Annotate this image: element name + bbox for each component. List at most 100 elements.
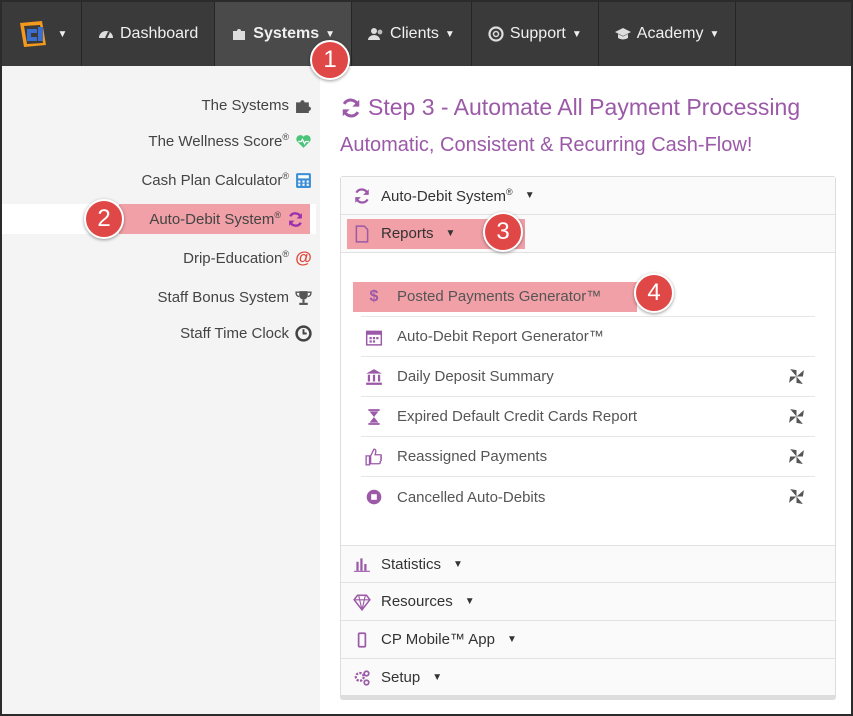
trophy-icon bbox=[295, 290, 312, 305]
chevron-down-icon: ▼ bbox=[444, 28, 455, 40]
brand-menu[interactable]: ▼ bbox=[2, 2, 82, 66]
section-label: Auto-Debit System® bbox=[381, 186, 513, 205]
caret-down-icon: ▼ bbox=[445, 228, 456, 239]
nav-clients[interactable]: Clients ▼ bbox=[352, 2, 472, 66]
section-label: Setup bbox=[381, 669, 421, 686]
sidebar-item-staff-time-clock[interactable]: Staff Time Clock bbox=[180, 318, 312, 348]
puzzle-icon bbox=[233, 29, 246, 40]
callout-badge-2: 2 bbox=[84, 199, 124, 239]
nav-support[interactable]: Support ▼ bbox=[472, 2, 599, 66]
hourglass-icon bbox=[368, 408, 380, 425]
report-item-cancelled-auto-debits[interactable]: Cancelled Auto-Debits bbox=[361, 477, 815, 517]
users-icon bbox=[368, 28, 383, 40]
annotation-highlight: Auto-Debit System® bbox=[119, 204, 310, 234]
pinwheel-icon[interactable] bbox=[788, 448, 805, 465]
bank-icon bbox=[366, 368, 382, 385]
graduation-cap-icon bbox=[614, 28, 631, 40]
chevron-down-icon: ▼ bbox=[709, 28, 720, 40]
page-title-text: Step 3 - Automate All Payment Processing bbox=[368, 94, 801, 120]
pinwheel-icon[interactable] bbox=[788, 408, 805, 425]
caret-down-icon: ▼ bbox=[464, 596, 475, 607]
section-setup[interactable]: Setup ▼ bbox=[341, 659, 835, 697]
report-item-daily-deposit[interactable]: Daily Deposit Summary bbox=[361, 357, 815, 397]
refresh-icon bbox=[342, 98, 360, 117]
report-item-auto-debit-report[interactable]: Auto-Debit Report Generator™ bbox=[361, 317, 815, 357]
diamond-icon bbox=[353, 594, 371, 611]
callout-badge-4: 4 bbox=[634, 273, 674, 313]
callout-badge-3: 3 bbox=[483, 212, 523, 252]
sidebar-item-label: Auto-Debit System® bbox=[149, 210, 281, 228]
report-item-label: Auto-Debit Report Generator™ bbox=[397, 328, 604, 345]
caret-down-icon: ▼ bbox=[506, 634, 517, 645]
stop-circle-icon bbox=[366, 489, 382, 505]
section-cp-mobile-app[interactable]: CP Mobile™ App ▼ bbox=[341, 621, 835, 659]
report-item-reassigned-payments[interactable]: Reassigned Payments bbox=[361, 437, 815, 477]
refresh-icon bbox=[355, 187, 369, 204]
chevron-down-icon: ▼ bbox=[325, 28, 336, 40]
lifebuoy-icon bbox=[488, 26, 504, 42]
sidebar-item-cash-plan-calculator[interactable]: Cash Plan Calculator® bbox=[141, 165, 312, 195]
dollar-icon: $ bbox=[369, 287, 379, 305]
main-content: Step 3 - Automate All Payment Processing… bbox=[320, 66, 851, 714]
thumbs-up-icon bbox=[365, 447, 382, 466]
pinwheel-icon[interactable] bbox=[788, 368, 805, 385]
panel-footer bbox=[341, 695, 835, 699]
report-item-label: Expired Default Credit Cards Report bbox=[397, 408, 638, 425]
gears-icon bbox=[354, 669, 370, 686]
app-window: ▼ Dashboard Systems ▼ Clients ▼ Support … bbox=[2, 2, 851, 714]
sidebar-item-label: Cash Plan Calculator® bbox=[141, 171, 289, 189]
heart-pulse-icon bbox=[296, 134, 311, 148]
page-title: Step 3 - Automate All Payment Processing bbox=[340, 94, 800, 121]
at-sign-icon: @ bbox=[295, 248, 312, 267]
pinwheel-icon[interactable] bbox=[788, 488, 805, 505]
section-label: Statistics bbox=[381, 555, 442, 573]
caret-down-icon: ▼ bbox=[453, 558, 463, 570]
sidebar-item-label: Staff Bonus System bbox=[157, 288, 289, 306]
report-item-label: Posted Payments Generator™ bbox=[397, 288, 602, 305]
nav-academy-label: Academy bbox=[636, 25, 704, 42]
nav-dashboard[interactable]: Dashboard bbox=[82, 2, 216, 66]
report-item-label: Reassigned Payments bbox=[397, 448, 548, 465]
top-navbar: ▼ Dashboard Systems ▼ Clients ▼ Support … bbox=[2, 2, 851, 66]
report-item-posted-payments[interactable]: $ Posted Payments Generator™ bbox=[353, 277, 815, 317]
sidebar-item-staff-bonus-system[interactable]: Staff Bonus System bbox=[158, 282, 312, 312]
caret-down-icon: ▼ bbox=[432, 672, 443, 683]
sidebar-item-auto-debit-system[interactable]: Auto-Debit System® bbox=[2, 204, 316, 234]
nav-systems-label: Systems bbox=[253, 25, 320, 42]
nav-clients-label: Clients bbox=[390, 25, 439, 42]
sidebar-item-label: The Systems bbox=[201, 96, 289, 114]
report-item-label: Daily Deposit Summary bbox=[397, 368, 554, 385]
section-auto-debit-system[interactable]: Auto-Debit System® ▼ bbox=[341, 177, 835, 215]
mobile-phone-icon bbox=[357, 631, 367, 648]
clock-icon bbox=[295, 324, 312, 342]
sidebar-item-label: Staff Time Clock bbox=[180, 324, 289, 342]
callout-badge-1: 1 bbox=[310, 40, 350, 80]
section-label: Reports bbox=[381, 225, 434, 242]
sidebar-item-the-systems[interactable]: The Systems bbox=[201, 90, 312, 120]
sidebar-item-drip-education[interactable]: Drip-Education® @ bbox=[183, 243, 312, 273]
nav-dashboard-label: Dashboard bbox=[120, 25, 199, 42]
section-label: CP Mobile™ App bbox=[381, 631, 495, 648]
calendar-icon bbox=[365, 330, 383, 346]
sidebar-item-label: The Wellness Score® bbox=[148, 132, 289, 150]
report-item-label: Cancelled Auto-Debits bbox=[397, 488, 546, 506]
section-label: Resources bbox=[381, 593, 453, 610]
report-item-expired-cards[interactable]: Expired Default Credit Cards Report bbox=[361, 397, 815, 437]
chevron-down-icon: ▼ bbox=[571, 28, 582, 40]
bar-chart-icon bbox=[354, 558, 370, 572]
page-subtitle: Automatic, Consistent & Recurring Cash-F… bbox=[340, 134, 753, 156]
section-statistics[interactable]: Statistics ▼ bbox=[341, 545, 835, 583]
nav-support-label: Support bbox=[509, 25, 566, 42]
file-icon bbox=[355, 224, 369, 243]
caret-down-icon: ▼ bbox=[524, 190, 535, 201]
section-reports[interactable]: Reports ▼ bbox=[341, 215, 835, 253]
puzzle-icon bbox=[296, 99, 311, 113]
chevron-down-icon: ▼ bbox=[57, 28, 68, 40]
dashboard-icon bbox=[99, 31, 113, 39]
sidebar-item-wellness-score[interactable]: The Wellness Score® bbox=[148, 126, 312, 156]
section-resources[interactable]: Resources ▼ bbox=[341, 583, 835, 621]
calculator-icon bbox=[296, 172, 311, 188]
nav-academy[interactable]: Academy ▼ bbox=[599, 2, 737, 66]
accordion-panel: Auto-Debit System® ▼ Reports ▼ $ Posted … bbox=[340, 176, 836, 700]
sidebar: The Systems The Wellness Score® Cash Pla… bbox=[2, 66, 320, 714]
